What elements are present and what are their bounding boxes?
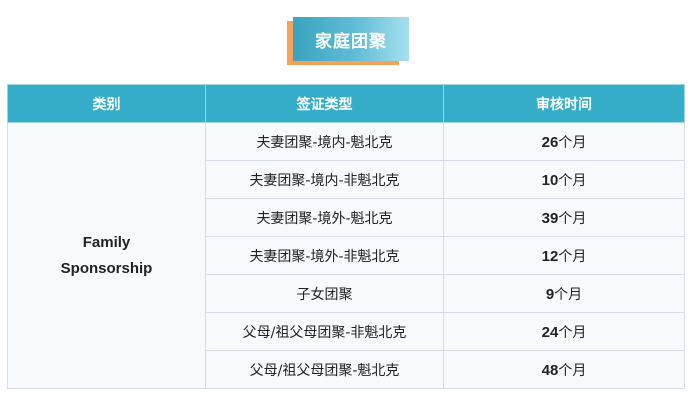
visa-type-cell: 夫妻团聚-境外-魁北克 [205, 198, 444, 237]
processing-time-number: 26 [541, 133, 559, 151]
table-header-row: 类别 签证类型 审核时间 [7, 84, 685, 123]
processing-time-cell: 26个月 [443, 122, 685, 161]
header-visa-type: 签证类型 [205, 84, 444, 123]
banner-title: 家庭团聚 [293, 17, 409, 61]
table-row: Family Sponsorship 夫妻团聚-境内-魁北克 26个月 [7, 122, 685, 389]
processing-time-cell: 9个月 [443, 274, 685, 313]
processing-time-unit: 个月 [558, 210, 587, 227]
processing-time-unit: 个月 [558, 248, 587, 265]
visa-type-cell: 夫妻团聚-境内-魁北克 [205, 122, 444, 161]
processing-time-number: 12 [541, 247, 559, 265]
processing-time-unit: 个月 [558, 172, 587, 189]
processing-time-number: 10 [541, 171, 559, 189]
processing-time-table: 类别 签证类型 审核时间 Family Sponsorship 夫妻团聚-境内-… [7, 84, 685, 389]
header-category: 类别 [7, 84, 206, 123]
processing-time-unit: 个月 [558, 134, 587, 151]
visa-type-cell: 父母/祖父母团聚-魁北克 [205, 350, 444, 389]
section-banner: 家庭团聚 [287, 17, 409, 65]
processing-time-unit: 个月 [554, 286, 583, 303]
processing-time-cell: 10个月 [443, 160, 685, 199]
processing-time-number: 24 [541, 323, 559, 341]
processing-time-unit: 个月 [558, 362, 587, 379]
processing-time-unit: 个月 [558, 324, 587, 341]
category-cell: Family Sponsorship [7, 122, 206, 389]
processing-time-number: 48 [541, 361, 559, 379]
processing-time-number: 39 [541, 209, 559, 227]
processing-time-cell: 48个月 [443, 350, 685, 389]
category-line-1: Family [82, 233, 131, 251]
processing-time-cell: 12个月 [443, 236, 685, 275]
visa-type-cell: 父母/祖父母团聚-非魁北克 [205, 312, 444, 351]
processing-time-number: 9 [545, 285, 555, 303]
visa-type-cell: 子女团聚 [205, 274, 444, 313]
processing-time-cell: 24个月 [443, 312, 685, 351]
visa-type-cell: 夫妻团聚-境外-非魁北克 [205, 236, 444, 275]
header-processing-time: 审核时间 [443, 84, 685, 123]
processing-time-cell: 39个月 [443, 198, 685, 237]
visa-type-cell: 夫妻团聚-境内-非魁北克 [205, 160, 444, 199]
category-line-2: Sponsorship [60, 259, 153, 277]
